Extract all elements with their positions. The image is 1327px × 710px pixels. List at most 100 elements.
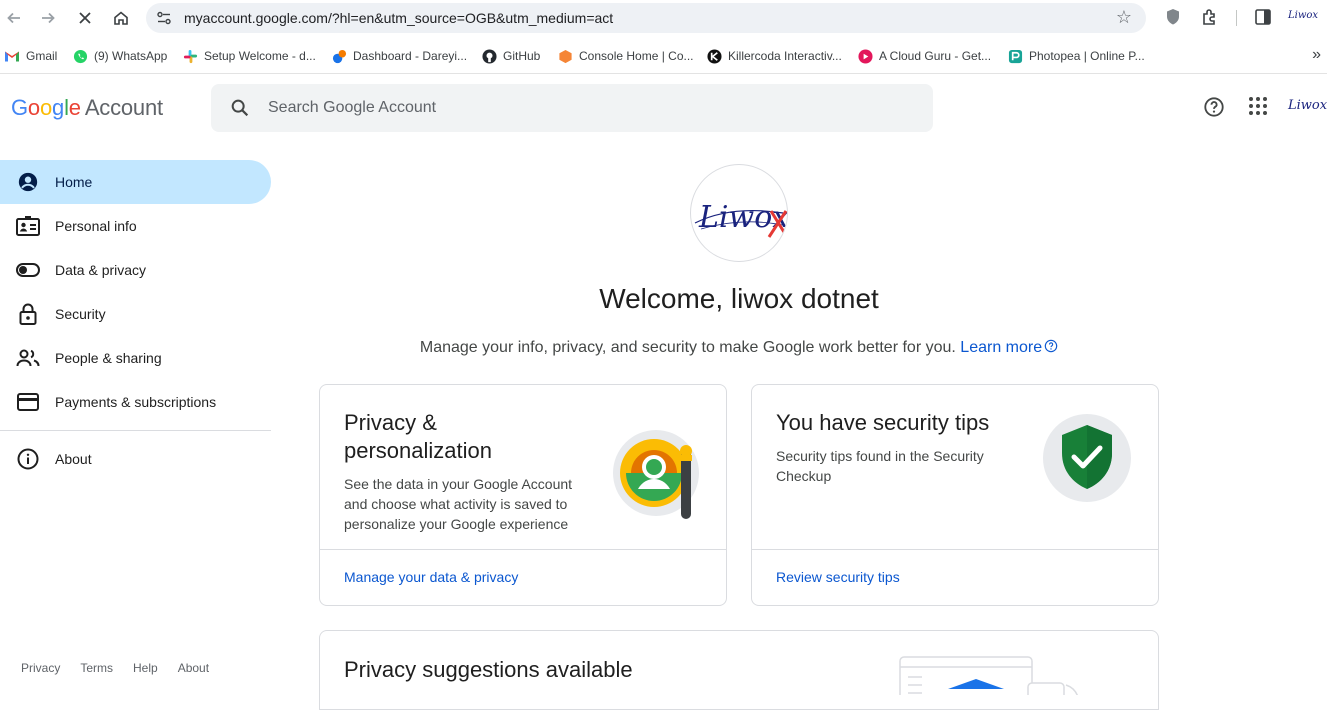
whatsapp-icon <box>72 48 88 64</box>
card-description: Security tips found in the Security Chec… <box>776 448 984 484</box>
sidebar-item-label: Home <box>55 174 93 190</box>
credit-card-icon <box>16 390 40 414</box>
sidebar-item-label: Security <box>55 306 106 322</box>
sidebar-item-label: Payments & subscriptions <box>55 394 217 410</box>
gmail-icon <box>4 48 20 64</box>
manage-data-privacy-link[interactable]: Manage your data & privacy <box>344 569 518 585</box>
stop-loading-button[interactable] <box>73 7 97 29</box>
learn-more-label: Learn more <box>960 339 1043 356</box>
extensions-icon[interactable] <box>1200 8 1220 28</box>
bookmark-whatsapp[interactable]: (9) WhatsApp <box>72 47 167 65</box>
card-title-line: personalization <box>344 438 492 463</box>
bookmark-acloudguru[interactable]: A Cloud Guru - Get... <box>857 47 991 65</box>
footer-links: Privacy Terms Help About <box>21 661 229 675</box>
sidebar-item-label: Data & privacy <box>55 262 147 278</box>
learn-more-link[interactable]: Learn more <box>960 339 1058 356</box>
shield-extension-icon[interactable] <box>1165 8 1181 26</box>
help-circle-icon <box>1044 339 1058 353</box>
security-tips-card[interactable]: You have security tips Security tips fou… <box>751 384 1159 606</box>
side-panel-icon[interactable] <box>1254 8 1272 26</box>
liwox-logo-image: Liwox <box>694 200 787 238</box>
aws-icon <box>557 48 573 64</box>
bookmark-dareyio[interactable]: Dashboard - Dareyi... <box>331 47 467 65</box>
footer-help-link[interactable]: Help <box>133 661 158 675</box>
bookmark-label: Setup Welcome - d... <box>204 49 316 63</box>
help-icon[interactable] <box>1203 96 1225 118</box>
sidebar-item-about[interactable]: About <box>0 437 271 481</box>
bookmark-label: Gmail <box>26 49 58 63</box>
logo-suffix: Account <box>84 95 163 120</box>
privacy-illustration-icon <box>613 430 699 519</box>
chevron-double-right-icon[interactable]: » <box>1312 46 1321 64</box>
lock-icon <box>16 302 40 326</box>
bookmark-star-icon[interactable]: ☆ <box>1116 7 1132 28</box>
logo-letter: o <box>27 95 40 120</box>
account-circle-icon <box>16 170 40 194</box>
review-security-tips-link[interactable]: Review security tips <box>776 569 900 585</box>
back-arrow-icon <box>7 12 20 24</box>
bookmark-github[interactable]: GitHub <box>481 47 540 65</box>
sidebar-item-people-sharing[interactable]: People & sharing <box>0 336 271 380</box>
bookmark-label: (9) WhatsApp <box>94 49 168 63</box>
sidebar-nav: Home Personal info Data & privacy Securi… <box>0 160 271 481</box>
privacy-card[interactable]: Privacy & personalization See the data i… <box>319 384 727 606</box>
card-divider <box>752 549 1158 550</box>
profile-label: Liwox <box>1288 10 1319 21</box>
search-input[interactable] <box>268 95 908 121</box>
sidebar-item-payments[interactable]: Payments & subscriptions <box>0 380 271 424</box>
back-button[interactable] <box>2 7 26 29</box>
slack-icon <box>182 48 198 64</box>
google-account-logo[interactable]: Google Account <box>11 95 163 121</box>
green-shield-check-icon <box>1043 414 1131 502</box>
logo-letter: G <box>11 95 28 120</box>
info-icon <box>16 447 40 471</box>
acloudguru-icon <box>857 48 873 64</box>
address-bar[interactable]: myaccount.google.com/?hl=en&utm_source=O… <box>146 3 1146 33</box>
profile-avatar[interactable]: Liwox <box>1288 10 1318 28</box>
bookmark-label: Killercoda Interactiv... <box>728 49 842 63</box>
privacy-suggestions-illustration-icon <box>899 656 1079 695</box>
card-title: Privacy & personalization <box>344 409 492 465</box>
toolbar-divider <box>1236 10 1237 26</box>
bookmark-label: Photopea | Online P... <box>1029 49 1145 63</box>
close-icon <box>79 12 91 24</box>
privacy-suggestions-card[interactable]: Privacy suggestions available <box>319 630 1159 710</box>
account-header: GoogleAccount Liwox <box>0 75 1327 141</box>
search-icon[interactable] <box>229 97 251 119</box>
footer-terms-link[interactable]: Terms <box>80 661 113 675</box>
url-text[interactable]: myaccount.google.com/?hl=en&utm_source=O… <box>184 10 613 26</box>
bookmark-killercoda[interactable]: Killercoda Interactiv... <box>706 47 842 65</box>
id-card-icon <box>16 214 40 238</box>
bookmark-slack[interactable]: Setup Welcome - d... <box>182 47 316 65</box>
sidebar-item-security[interactable]: Security <box>0 292 271 336</box>
sidebar-divider <box>0 430 271 431</box>
search-box[interactable] <box>211 84 933 132</box>
sidebar-item-home[interactable]: Home <box>0 160 271 204</box>
intro-text: Manage your info, privacy, and security … <box>320 339 1158 357</box>
sidebar-item-personal-info[interactable]: Personal info <box>0 204 271 248</box>
account-avatar[interactable]: Liwox <box>1288 98 1327 118</box>
bookmark-label: Console Home | Co... <box>579 49 694 63</box>
home-button[interactable] <box>109 7 133 29</box>
bookmark-label: GitHub <box>503 49 541 63</box>
github-icon <box>481 48 497 64</box>
forward-button[interactable] <box>36 7 60 29</box>
card-divider <box>320 549 726 550</box>
home-icon <box>114 11 128 25</box>
killercoda-icon <box>706 48 722 64</box>
site-settings-icon[interactable] <box>156 10 172 26</box>
bookmark-gmail[interactable]: Gmail <box>4 47 57 65</box>
bookmark-label: A Cloud Guru - Get... <box>879 49 992 63</box>
logo-letter: g <box>52 95 65 120</box>
sidebar-item-label: Personal info <box>55 218 137 234</box>
card-title-line: Privacy & <box>344 410 437 435</box>
forward-arrow-icon <box>42 12 55 24</box>
bookmark-photopea[interactable]: Photopea | Online P... <box>1007 47 1145 65</box>
sidebar-item-data-privacy[interactable]: Data & privacy <box>0 248 271 292</box>
card-title: You have security tips <box>776 410 990 435</box>
footer-about-link[interactable]: About <box>178 661 209 675</box>
bookmark-aws-console[interactable]: Console Home | Co... <box>557 47 694 65</box>
footer-privacy-link[interactable]: Privacy <box>21 661 60 675</box>
profile-picture[interactable]: Liwox <box>690 164 788 262</box>
apps-grid-icon[interactable] <box>1248 96 1268 116</box>
